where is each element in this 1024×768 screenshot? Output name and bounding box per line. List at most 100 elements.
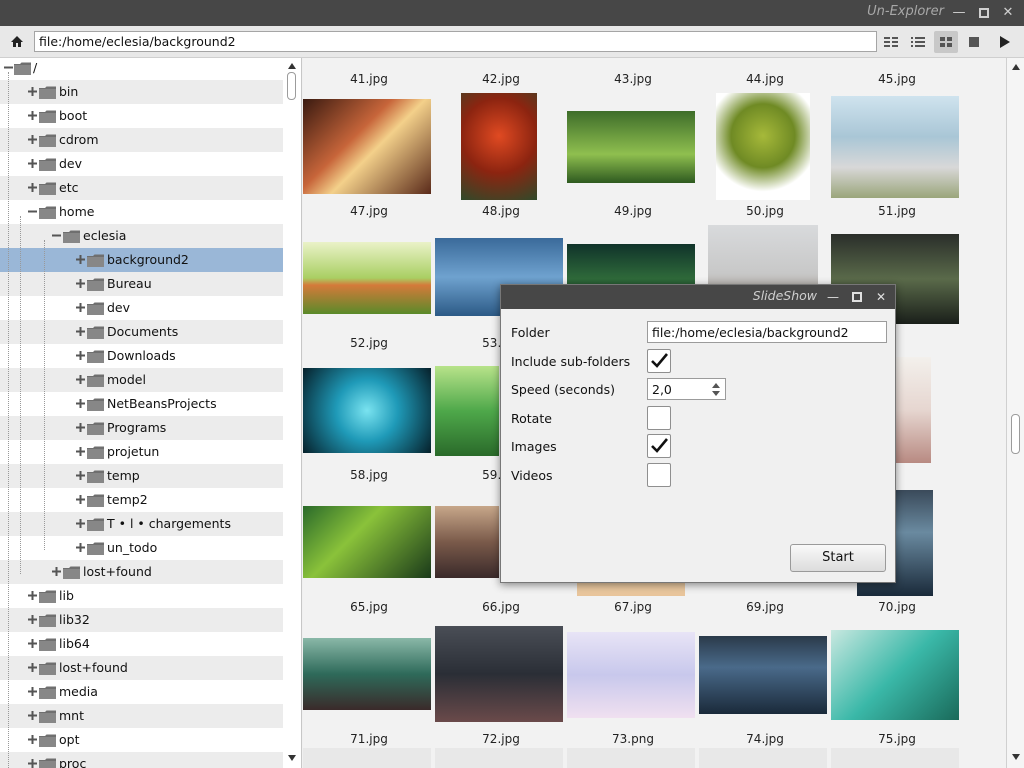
thumbnail-image[interactable] bbox=[435, 748, 563, 768]
thumbnail-image[interactable] bbox=[716, 93, 810, 200]
thumbnail-image[interactable] bbox=[303, 748, 431, 768]
dialog-close-button[interactable]: ✕ bbox=[872, 288, 890, 306]
videos-checkbox[interactable] bbox=[647, 463, 671, 487]
expand-icon[interactable] bbox=[27, 614, 38, 625]
tree-item[interactable]: T • l • chargements bbox=[0, 512, 283, 536]
minimize-button[interactable]: — bbox=[950, 4, 968, 22]
expand-icon[interactable] bbox=[75, 278, 86, 289]
tree-item[interactable]: Programs bbox=[0, 416, 283, 440]
thumbnail-image[interactable] bbox=[567, 111, 695, 183]
tree-scroll-thumb[interactable] bbox=[287, 72, 296, 100]
thumbnail-image[interactable] bbox=[699, 636, 827, 714]
thumbnail-image[interactable] bbox=[303, 99, 431, 194]
tree-item[interactable]: mnt bbox=[0, 704, 283, 728]
tree-item[interactable]: lib32 bbox=[0, 608, 283, 632]
subfolders-checkbox[interactable] bbox=[647, 349, 671, 373]
close-button[interactable]: ✕ bbox=[999, 4, 1017, 22]
tree-item[interactable]: temp2 bbox=[0, 488, 283, 512]
expand-icon[interactable] bbox=[75, 302, 86, 313]
thumbnail-image[interactable] bbox=[303, 368, 431, 453]
thumbnail-image[interactable] bbox=[303, 242, 431, 314]
collapse-icon[interactable] bbox=[27, 206, 38, 217]
expand-icon[interactable] bbox=[27, 590, 38, 601]
expand-icon[interactable] bbox=[27, 758, 38, 768]
thumbnail-image[interactable] bbox=[303, 506, 431, 578]
tree-item[interactable]: dev bbox=[0, 296, 283, 320]
tree-item[interactable]: background2 bbox=[0, 248, 283, 272]
expand-icon[interactable] bbox=[27, 182, 38, 193]
expand-icon[interactable] bbox=[75, 326, 86, 337]
expand-icon[interactable] bbox=[75, 542, 86, 553]
thumbnail-image[interactable] bbox=[435, 626, 563, 722]
expand-icon[interactable] bbox=[27, 686, 38, 697]
expand-icon[interactable] bbox=[27, 134, 38, 145]
tree-item[interactable]: opt bbox=[0, 728, 283, 752]
expand-icon[interactable] bbox=[75, 374, 86, 385]
thumbnail-image[interactable] bbox=[699, 748, 827, 768]
home-button[interactable] bbox=[6, 32, 28, 52]
tree-item[interactable]: lib64 bbox=[0, 632, 283, 656]
tree-item[interactable]: lost+found bbox=[0, 656, 283, 680]
expand-icon[interactable] bbox=[75, 398, 86, 409]
expand-icon[interactable] bbox=[75, 422, 86, 433]
tree-item[interactable]: lost+found bbox=[0, 560, 283, 584]
address-bar[interactable]: file:/home/eclesia/background2 bbox=[34, 31, 877, 52]
tree-item[interactable]: dev bbox=[0, 152, 283, 176]
tree-item[interactable]: NetBeansProjects bbox=[0, 392, 283, 416]
expand-icon[interactable] bbox=[27, 86, 38, 97]
spinner-down-icon[interactable] bbox=[710, 390, 722, 398]
slideshow-button[interactable] bbox=[992, 31, 1016, 53]
expand-icon[interactable] bbox=[75, 350, 86, 361]
thumbnail-image[interactable] bbox=[831, 96, 959, 198]
tree-item[interactable]: bin bbox=[0, 80, 283, 104]
expand-icon[interactable] bbox=[27, 110, 38, 121]
images-checkbox[interactable] bbox=[647, 434, 671, 458]
tree-item[interactable]: proc bbox=[0, 752, 283, 768]
tree-item[interactable]: cdrom bbox=[0, 128, 283, 152]
expand-icon[interactable] bbox=[27, 638, 38, 649]
tree-item[interactable]: Documents bbox=[0, 320, 283, 344]
tree-item[interactable]: home bbox=[0, 200, 283, 224]
thumbnail-image[interactable] bbox=[831, 630, 959, 720]
collapse-icon[interactable] bbox=[51, 230, 62, 241]
tree-item[interactable]: model bbox=[0, 368, 283, 392]
expand-icon[interactable] bbox=[27, 734, 38, 745]
tree-item-root[interactable]: / bbox=[0, 58, 283, 80]
tree-scrollbar[interactable] bbox=[284, 58, 300, 768]
maximize-button[interactable] bbox=[975, 4, 993, 22]
tree-item[interactable]: media bbox=[0, 680, 283, 704]
thumbnail-image[interactable] bbox=[567, 632, 695, 718]
expand-icon[interactable] bbox=[27, 158, 38, 169]
tree-item[interactable]: etc bbox=[0, 176, 283, 200]
thumbnail-image[interactable] bbox=[435, 506, 499, 578]
folder-tree[interactable]: / bin boot cdrom dev etc home eclesia background… bbox=[0, 58, 302, 768]
view-details-button[interactable] bbox=[879, 31, 903, 53]
grid-scrollbar[interactable] bbox=[1006, 58, 1024, 768]
rotate-checkbox[interactable] bbox=[647, 406, 671, 430]
thumbnail-image[interactable] bbox=[435, 366, 499, 456]
view-list-button[interactable] bbox=[906, 31, 930, 53]
tree-item[interactable]: lib bbox=[0, 584, 283, 608]
view-thumbnails-button[interactable] bbox=[934, 31, 958, 53]
expand-icon[interactable] bbox=[75, 254, 86, 265]
expand-icon[interactable] bbox=[27, 710, 38, 721]
expand-icon[interactable] bbox=[75, 470, 86, 481]
expand-icon[interactable] bbox=[75, 494, 86, 505]
grid-scroll-thumb[interactable] bbox=[1011, 414, 1020, 454]
expand-icon[interactable] bbox=[75, 518, 86, 529]
expand-icon[interactable] bbox=[75, 446, 86, 457]
thumbnail-image[interactable] bbox=[461, 93, 537, 200]
tree-item[interactable]: Bureau bbox=[0, 272, 283, 296]
dialog-minimize-button[interactable]: — bbox=[824, 288, 842, 306]
expand-icon[interactable] bbox=[51, 566, 62, 577]
view-large-button[interactable] bbox=[962, 31, 986, 53]
tree-item[interactable]: un_todo bbox=[0, 536, 283, 560]
expand-icon[interactable] bbox=[27, 662, 38, 673]
thumbnail-image[interactable] bbox=[303, 638, 431, 710]
thumbnail-image[interactable] bbox=[567, 748, 695, 768]
tree-item[interactable]: eclesia bbox=[0, 224, 283, 248]
start-button[interactable]: Start bbox=[790, 544, 886, 572]
thumbnail-image[interactable] bbox=[831, 748, 959, 768]
dialog-maximize-button[interactable] bbox=[848, 288, 866, 306]
tree-item[interactable]: projetun bbox=[0, 440, 283, 464]
